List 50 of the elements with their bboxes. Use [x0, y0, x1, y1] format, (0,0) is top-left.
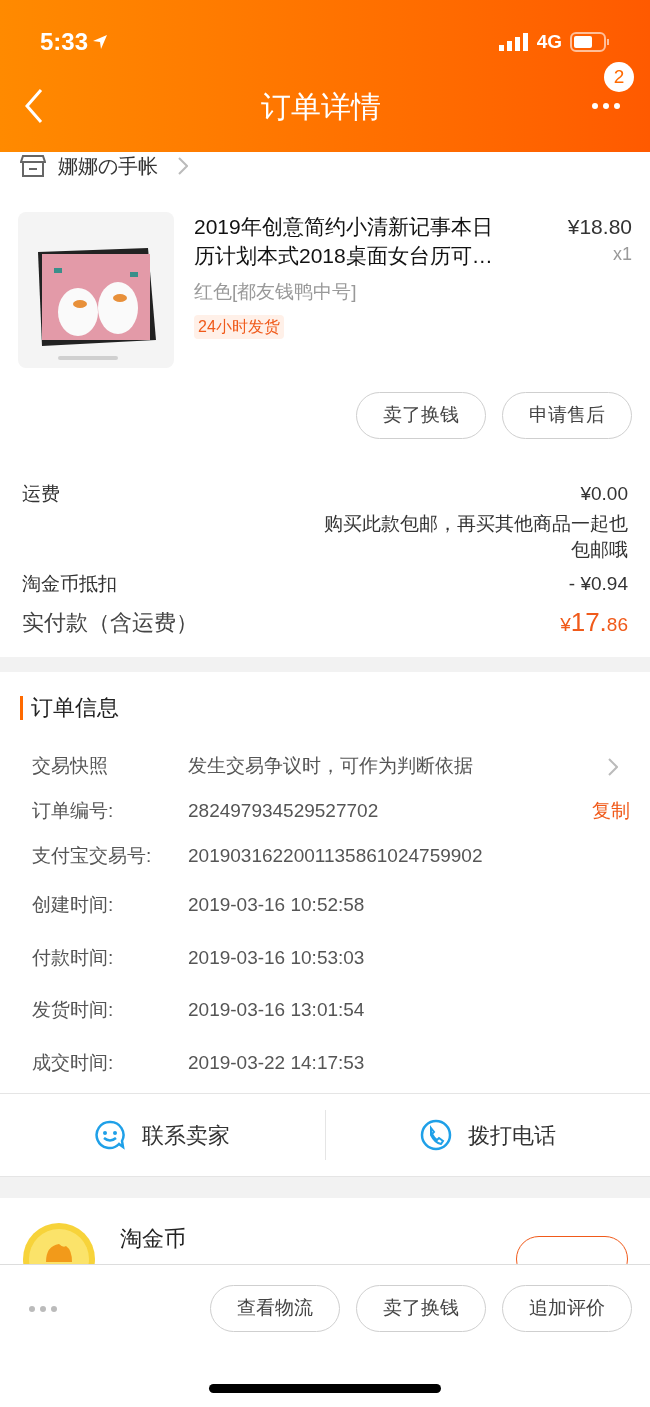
network-label: 4G — [536, 29, 562, 54]
fee-label: 淘金币抵扣 — [22, 571, 117, 596]
shop-name[interactable]: 娜娜の手帐 — [58, 152, 158, 180]
status-time: 5:33 — [40, 27, 89, 57]
shop-icon — [20, 155, 46, 177]
action-button[interactable]: 卖了换钱 — [356, 392, 486, 439]
product-quantity: x1 — [613, 243, 632, 266]
product-title[interactable]: 2019年创意简约小清新记事本日历计划本式2018桌面女台历可… — [194, 212, 510, 270]
chevron-right-icon — [608, 757, 618, 776]
fee-note: 购买此款包邮，再买其他商品一起也包邮哦 — [323, 512, 628, 562]
info-value: 2019-03-22 14:17:53 — [188, 1050, 366, 1075]
info-label: 订单编号: — [32, 799, 115, 824]
info-value: 2019031622001135861024759902 — [188, 844, 484, 869]
info-label: 发货时间: — [32, 998, 115, 1022]
signal-icon — [498, 33, 529, 51]
notification-badge: 2 — [604, 62, 634, 92]
total-amount: ¥17.86 — [560, 605, 628, 639]
fee-value: - ¥0.94 — [568, 571, 628, 596]
page-title: 订单详情 — [261, 88, 381, 125]
info-label: 支付宝交易号: — [32, 844, 153, 869]
info-value: 282497934529527702 — [188, 799, 380, 824]
battery-icon — [570, 32, 610, 52]
location-arrow-icon — [92, 34, 109, 50]
section-title: 订单信息 — [20, 696, 119, 720]
fee-value: ¥0.00 — [580, 481, 628, 506]
info-label: 成交时间: — [32, 1050, 115, 1075]
action-button[interactable]: 申请售后 — [502, 392, 632, 439]
action-button[interactable]: 追加评价 — [502, 1285, 632, 1332]
total-label: 实付款（含运费） — [22, 608, 198, 637]
action-button[interactable]: 查看物流 — [210, 1285, 340, 1332]
info-label: 创建时间: — [32, 893, 115, 917]
info-value: 2019-03-16 10:52:58 — [188, 893, 366, 917]
more-icon[interactable] — [28, 1304, 58, 1313]
info-label: 付款时间: — [32, 945, 115, 970]
product-variant: 红色[都友钱鸭中号] — [194, 280, 358, 304]
product-price: ¥18.80 — [567, 214, 632, 240]
more-icon — [591, 102, 621, 110]
chat-face-icon — [94, 1119, 127, 1151]
coin-title: 淘金币 — [120, 1225, 186, 1253]
chevron-right-icon — [178, 157, 188, 175]
info-value: 2019-03-16 10:53:03 — [188, 945, 366, 970]
contact-button[interactable]: 拨打电话 — [419, 1118, 556, 1152]
action-button[interactable]: 卖了换钱 — [356, 1285, 486, 1332]
fee-label: 运费 — [22, 481, 60, 506]
info-value: 2019-03-16 13:01:54 — [188, 998, 366, 1022]
info-value[interactable]: 发生交易争议时，可作为判断依据 — [188, 752, 608, 781]
contact-button[interactable]: 联系卖家 — [94, 1118, 231, 1152]
info-label: 交易快照 — [32, 754, 109, 779]
shipping-tag: 24小时发货 — [194, 314, 284, 339]
phone-icon — [419, 1119, 452, 1151]
